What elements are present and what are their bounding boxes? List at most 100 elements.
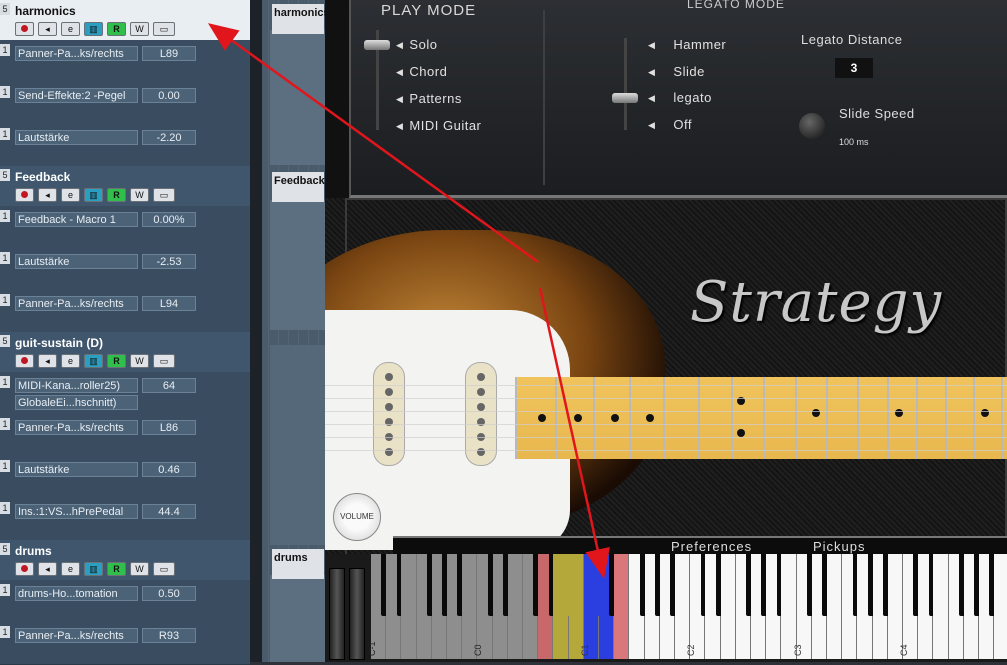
automation-lane[interactable]: 1 Panner-Pa...ks/rechts L89 (0, 40, 250, 83)
track-header[interactable]: 5 drums ◂ e ▥ R W ▭ (0, 540, 250, 581)
automation-lane[interactable]: 1 Ins.:1:VS...hPrePedal 44.4 (0, 498, 250, 541)
automation-param-name[interactable]: Panner-Pa...ks/rechts (15, 46, 138, 61)
legato-mode-slider-track[interactable] (624, 38, 627, 130)
automation-param-value[interactable]: 0.46 (142, 462, 196, 477)
automation-param-name[interactable]: Feedback - Macro 1 (15, 212, 138, 227)
clip-feedback[interactable]: Feedback (272, 172, 325, 202)
piano-keyboard[interactable]: C-1 C0 C1 C2 C3 C4 (325, 554, 1007, 662)
read-automation-button[interactable]: R (107, 22, 126, 36)
play-mode-option[interactable]: ◀ Chord (396, 64, 447, 79)
automation-lane[interactable]: 1 Send-Effekte:2 -Pegel 0.00 (0, 82, 250, 125)
automation-param-value[interactable]: L86 (142, 420, 196, 435)
automation-param-value[interactable]: L89 (142, 46, 196, 61)
automation-lane[interactable]: 1 drums-Ho...tomation 0.50 (0, 580, 250, 623)
white-key[interactable] (401, 554, 417, 659)
record-enable-button[interactable] (15, 22, 34, 36)
play-mode-option[interactable]: ◀ Patterns (396, 91, 462, 106)
automation-param-name[interactable]: Panner-Pa...ks/rechts (15, 420, 138, 435)
track-header[interactable]: 5 harmonics ◂ e ▥ R W ▭ (0, 0, 250, 41)
legato-distance-value[interactable]: 3 (835, 58, 873, 78)
lanes-button[interactable]: ▭ (153, 354, 175, 368)
automation-param-value[interactable]: 0.00% (142, 212, 196, 227)
lanes-button[interactable]: ▭ (153, 22, 175, 36)
white-key[interactable] (614, 554, 630, 659)
pitch-wheel[interactable] (329, 568, 345, 660)
clip-drums-body[interactable] (270, 575, 325, 662)
automation-param-name[interactable]: MIDI-Kana...roller25) (15, 378, 138, 393)
white-key[interactable] (568, 554, 584, 659)
read-automation-button[interactable]: R (107, 188, 126, 202)
automation-lane[interactable]: 1 Panner-Pa...ks/rechts L94 (0, 290, 250, 333)
automation-lane[interactable]: 1 MIDI-Kana...roller25) 64 GlobaleEi...hs… (0, 372, 250, 415)
track-name[interactable]: drums (15, 544, 52, 558)
white-key[interactable] (462, 554, 478, 659)
white-key[interactable] (827, 554, 843, 659)
automation-param-name[interactable]: Ins.:1:VS...hPrePedal (15, 504, 138, 519)
white-key[interactable] (994, 554, 1007, 659)
automation-param-name[interactable]: Panner-Pa...ks/rechts (15, 628, 138, 643)
automation-param-name[interactable]: Lautstärke (15, 462, 138, 477)
automation-lane[interactable]: 1 Lautstärke -2.20 (0, 124, 250, 167)
edit-button[interactable]: e (61, 188, 80, 202)
record-enable-button[interactable] (15, 354, 34, 368)
monitor-button[interactable]: ◂ (38, 562, 57, 576)
clip-guit-sustain-body[interactable] (270, 345, 325, 545)
legato-mode-option[interactable]: ◀ Slide (648, 64, 705, 79)
clip-harmonics[interactable]: harmonics (272, 4, 330, 34)
write-automation-button[interactable]: W (130, 22, 149, 36)
automation-lane[interactable]: 1 Lautstärke -2.53 (0, 248, 250, 291)
write-automation-button[interactable]: W (130, 188, 149, 202)
write-automation-button[interactable]: W (130, 354, 149, 368)
automation-param-value[interactable]: R93 (142, 628, 196, 643)
lanes-button[interactable]: ▭ (153, 188, 175, 202)
read-automation-button[interactable]: R (107, 354, 126, 368)
edit-button[interactable]: e (61, 354, 80, 368)
automation-param-value[interactable]: L94 (142, 296, 196, 311)
automation-param-value[interactable]: 64 (142, 378, 196, 393)
track-header[interactable]: 5 guit-sustain (D) ◂ e ▥ R W ▭ (0, 332, 250, 373)
lanes-button[interactable]: ▭ (153, 562, 175, 576)
mod-wheel[interactable] (349, 568, 365, 660)
automation-param-name[interactable]: Send-Effekte:2 -Pegel (15, 88, 138, 103)
clip-feedback-body[interactable] (270, 200, 325, 330)
volume-knob[interactable]: VOLUME (333, 493, 381, 541)
instrument-button[interactable]: ▥ (84, 22, 103, 36)
play-mode-slider-handle[interactable] (364, 40, 390, 50)
edit-button[interactable]: e (61, 562, 80, 576)
slide-speed-knob[interactable] (799, 113, 825, 139)
legato-mode-option[interactable]: ◀ Hammer (648, 37, 726, 52)
track-list-divider[interactable] (250, 0, 262, 662)
automation-param-value[interactable]: -2.20 (142, 130, 196, 145)
automation-lane[interactable]: 1 Lautstärke 0.46 (0, 456, 250, 499)
white-key[interactable] (720, 554, 736, 659)
automation-param-value[interactable]: 44.4 (142, 504, 196, 519)
instrument-button[interactable]: ▥ (84, 562, 103, 576)
white-key[interactable] (675, 554, 691, 659)
track-header[interactable]: 5 Feedback ◂ e ▥ R W ▭ (0, 166, 250, 207)
monitor-button[interactable]: ◂ (38, 22, 57, 36)
automation-lane[interactable]: 1 Panner-Pa...ks/rechts R93 (0, 622, 250, 665)
automation-lane[interactable]: 1 Feedback - Macro 1 0.00% (0, 206, 250, 249)
write-automation-button[interactable]: W (130, 562, 149, 576)
automation-param-name[interactable]: Lautstärke (15, 130, 138, 145)
white-key[interactable] (887, 554, 903, 659)
play-mode-option[interactable]: ◀ Solo (396, 37, 437, 52)
legato-mode-option[interactable]: ◀ legato (648, 90, 712, 105)
record-enable-button[interactable] (15, 562, 34, 576)
automation-param-value[interactable]: 0.50 (142, 586, 196, 601)
legato-mode-slider-handle[interactable] (612, 93, 638, 103)
automation-param-value[interactable]: 0.00 (142, 88, 196, 103)
monitor-button[interactable]: ◂ (38, 188, 57, 202)
monitor-button[interactable]: ◂ (38, 354, 57, 368)
automation-param-secondary[interactable]: GlobaleEi...hschnitt) (15, 395, 138, 410)
track-name[interactable]: guit-sustain (D) (15, 336, 103, 350)
read-automation-button[interactable]: R (107, 562, 126, 576)
automation-param-name[interactable]: drums-Ho...tomation (15, 586, 138, 601)
clip-harmonics-body[interactable] (270, 30, 325, 165)
automation-param-name[interactable]: Lautstärke (15, 254, 138, 269)
edit-button[interactable]: e (61, 22, 80, 36)
clip-drums[interactable]: drums (272, 549, 324, 579)
white-key[interactable] (781, 554, 797, 659)
instrument-button[interactable]: ▥ (84, 354, 103, 368)
instrument-button[interactable]: ▥ (84, 188, 103, 202)
